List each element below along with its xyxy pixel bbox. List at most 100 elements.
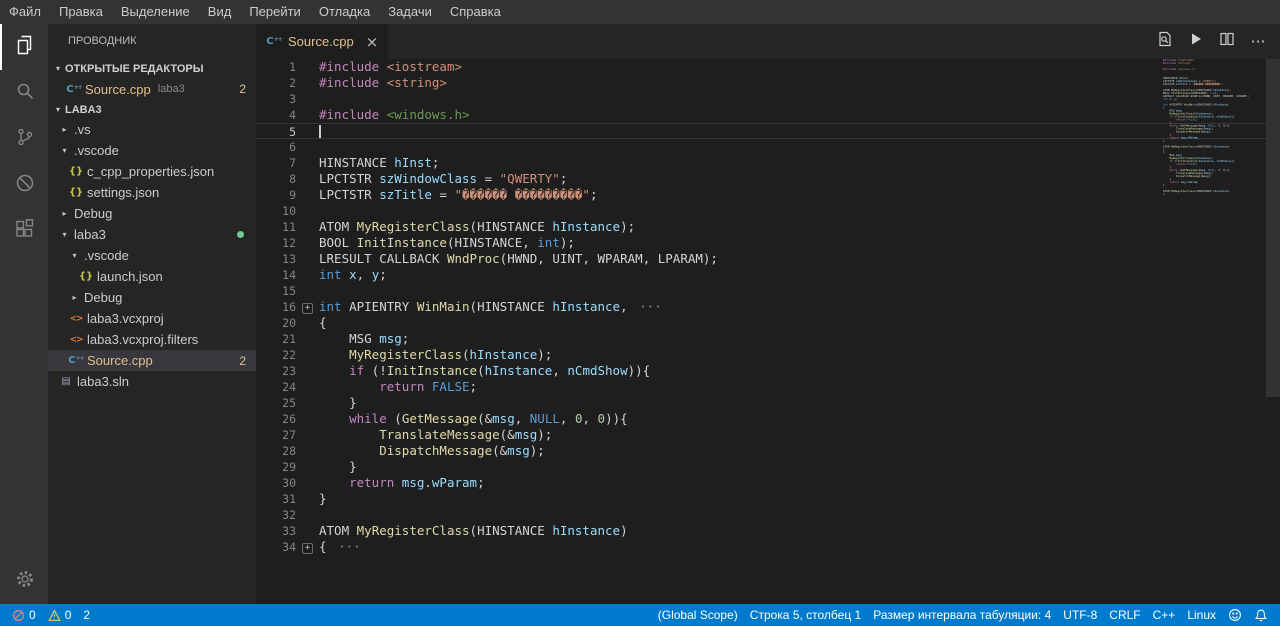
menu-selection[interactable]: Выделение [112, 0, 199, 24]
debug-icon [13, 171, 37, 200]
code-line-6[interactable]: 6 [256, 139, 1266, 155]
tree-item-vscode[interactable]: ▾ .vscode [48, 245, 256, 266]
status-feedback[interactable] [1222, 604, 1248, 626]
vertical-scrollbar[interactable] [1266, 59, 1280, 604]
menu-tasks[interactable]: Задачи [379, 0, 441, 24]
menu-view[interactable]: Вид [199, 0, 241, 24]
tree-item-settings-json[interactable]: {} settings.json [48, 182, 256, 203]
code-line-15[interactable]: 15 [256, 283, 1266, 299]
code-line-4[interactable]: 4 #include <windows.h> [256, 107, 1266, 123]
status-scope[interactable]: (Global Scope) [652, 604, 744, 626]
activity-explorer[interactable] [0, 24, 48, 70]
minimap[interactable]: #include <iostream> #include <string> #in… [1163, 59, 1266, 604]
code-line-11[interactable]: 11 ATOM MyRegisterClass(HINSTANCE hInstan… [256, 219, 1266, 235]
menu-file[interactable]: Файл [0, 0, 50, 24]
tree-item-laba3-vcxproj[interactable]: <> laba3.vcxproj [48, 308, 256, 329]
tree-item-debug[interactable]: ▸ Debug [48, 287, 256, 308]
code-line-34[interactable]: 34 +{ ··· [256, 539, 1266, 555]
tree-item-launch-json[interactable]: {} launch.json [48, 266, 256, 287]
activity-settings[interactable] [0, 558, 48, 604]
menu-go[interactable]: Перейти [240, 0, 310, 24]
activity-extensions[interactable] [0, 208, 48, 254]
folder-section-header[interactable]: ▾ LABA3 [48, 100, 256, 119]
chevron-down-icon: ▾ [55, 105, 60, 114]
activity-debug[interactable] [0, 162, 48, 208]
sidebar-title: ПРОВОДНИК [68, 35, 137, 47]
status-eol[interactable]: CRLF [1103, 604, 1146, 626]
fold-expand-icon[interactable]: + [296, 539, 319, 555]
open-editor-source-cpp[interactable]: C++ Source.cpp laba3 2 [48, 78, 256, 100]
code-line-22[interactable]: 22 MyRegisterClass(hInstance); [256, 347, 1266, 363]
code-line-5[interactable]: 5 [256, 123, 1266, 139]
code-line-10[interactable]: 10 [256, 203, 1266, 219]
code-line-16[interactable]: 16 + int APIENTRY WinMain(HINSTANCE hInsta… [256, 299, 1266, 315]
tree-item-laba3-vcxproj-filters[interactable]: <> laba3.vcxproj.filters [48, 329, 256, 350]
code-line-13[interactable]: 13 LRESULT CALLBACK WndProc(HWND, UINT, W… [256, 251, 1266, 267]
activity-source-control[interactable] [0, 116, 48, 162]
tree-item-vs[interactable]: ▸ .vs [48, 119, 256, 140]
tab-source-cpp[interactable]: C++ Source.cpp × [256, 24, 389, 59]
code-lines[interactable]: 1 #include <iostream> 2 #include <string> 3 4… [256, 59, 1266, 555]
code-line-20[interactable]: 20 { [256, 315, 1266, 331]
more-actions-button[interactable]: ⋯ [1249, 33, 1267, 51]
fold-gutter [296, 283, 319, 299]
line-content: } [319, 395, 357, 410]
code-line-32[interactable]: 32 [256, 507, 1266, 523]
code-line-9[interactable]: 9 LPCTSTR szTitle = "������ ���������"; [256, 187, 1266, 203]
json-file-icon: {} [68, 187, 84, 198]
code-line-29[interactable]: 29 } [256, 459, 1266, 475]
tree-item-source-cpp[interactable]: C++ Source.cpp 2 [48, 350, 256, 371]
code-line-14[interactable]: 14 int x, y; [256, 267, 1266, 283]
tree-item-laba3[interactable]: ▾ laba3 [48, 224, 256, 245]
status-warnings[interactable]: 0 [42, 604, 78, 626]
line-number: 27 [282, 428, 296, 442]
folded-code-ellipsis: ··· [338, 539, 361, 554]
code-line-23[interactable]: 23 if (!InitInstance(hInstance, nCmdShow… [256, 363, 1266, 379]
tree-item-laba3-sln[interactable]: ▤ laba3.sln [48, 371, 256, 392]
line-content: ATOM MyRegisterClass(HINSTANCE hInstance… [319, 219, 636, 234]
fold-gutter [296, 491, 319, 507]
line-number: 15 [282, 284, 296, 298]
code-line-33[interactable]: 33 ATOM MyRegisterClass(HINSTANCE hInstan… [256, 523, 1266, 539]
tree-item-vscode[interactable]: ▾ .vscode [48, 140, 256, 161]
code-line-28[interactable]: 28 DispatchMessage(&msg); [256, 443, 1266, 459]
split-editor-button[interactable] [1218, 32, 1236, 51]
code-line-8[interactable]: 8 LPCTSTR szWindowClass = "QWERTY"; [256, 171, 1266, 187]
open-editors-header[interactable]: ▾ ОТКРЫТЫЕ РЕДАКТОРЫ [48, 59, 256, 78]
scrollbar-thumb[interactable] [1266, 59, 1280, 397]
code-line-27[interactable]: 27 TranslateMessage(&msg); [256, 427, 1266, 443]
status-os[interactable]: Linux [1181, 604, 1222, 626]
menu-edit[interactable]: Правка [50, 0, 112, 24]
code-line-26[interactable]: 26 while (GetMessage(&msg, NULL, 0, 0)){ [256, 411, 1266, 427]
status-indentation[interactable]: Размер интервала табуляции: 4 [867, 604, 1057, 626]
open-changes-button[interactable] [1156, 31, 1174, 51]
status-language[interactable]: C++ [1147, 604, 1182, 626]
code-line-3[interactable]: 3 [256, 91, 1266, 107]
code-line-24[interactable]: 24 return FALSE; [256, 379, 1266, 395]
fold-gutter [296, 107, 319, 123]
fold-gutter [296, 347, 319, 363]
code-line-2[interactable]: 2 #include <string> [256, 75, 1266, 91]
tree-item-debug[interactable]: ▸ Debug [48, 203, 256, 224]
activity-search[interactable] [0, 70, 48, 116]
status-errors[interactable]: 0 [6, 604, 42, 626]
code-line-25[interactable]: 25 } [256, 395, 1266, 411]
menu-help[interactable]: Справка [441, 0, 510, 24]
close-icon[interactable]: × [366, 33, 379, 51]
status-counter[interactable]: 2 [77, 604, 96, 626]
code-line-21[interactable]: 21 MSG msg; [256, 331, 1266, 347]
status-notifications[interactable] [1248, 604, 1274, 626]
menu-debug[interactable]: Отладка [310, 0, 379, 24]
code-line-12[interactable]: 12 BOOL InitInstance(HINSTANCE, int); [256, 235, 1266, 251]
code-editor[interactable]: 1 #include <iostream> 2 #include <string> 3 4… [256, 59, 1280, 604]
tree-item-c-cpp-properties-json[interactable]: {} c_cpp_properties.json [48, 161, 256, 182]
status-cursor-position[interactable]: Строка 5, столбец 1 [744, 604, 867, 626]
code-line-7[interactable]: 7 HINSTANCE hInst; [256, 155, 1266, 171]
fold-expand-icon[interactable]: + [296, 299, 319, 315]
code-line-31[interactable]: 31} [256, 491, 1266, 507]
status-encoding[interactable]: UTF-8 [1057, 604, 1103, 626]
folded-code-ellipsis: ··· [639, 299, 662, 314]
code-line-30[interactable]: 30 return msg.wParam; [256, 475, 1266, 491]
code-line-1[interactable]: 1 #include <iostream> [256, 59, 1266, 75]
run-button[interactable] [1187, 33, 1205, 51]
